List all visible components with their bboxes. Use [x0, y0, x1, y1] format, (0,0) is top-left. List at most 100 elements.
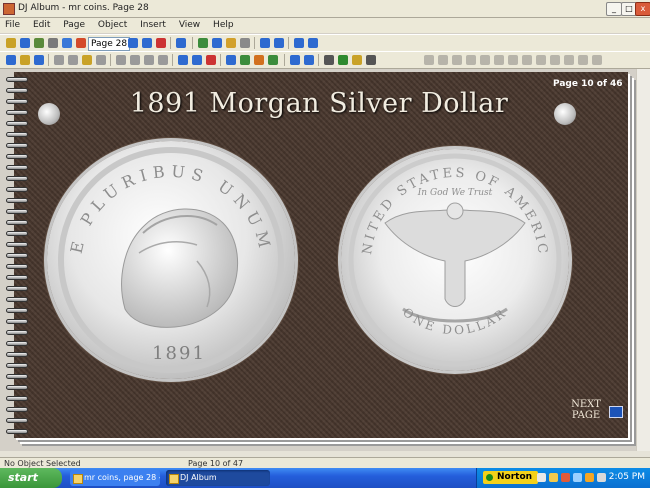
next-page-icon[interactable] [142, 38, 152, 48]
thumbnails-icon[interactable] [212, 38, 222, 48]
transparency-icon[interactable] [550, 55, 560, 65]
coin-reverse[interactable]: UNITED STATES OF AMERICA In God We Trust… [341, 149, 569, 371]
reverse-artwork: UNITED STATES OF AMERICA In God We Trust… [341, 149, 562, 367]
menu-view[interactable]: View [174, 18, 205, 30]
brightness-icon[interactable] [522, 55, 532, 65]
send-backward-icon[interactable] [158, 55, 168, 65]
redo-icon[interactable] [130, 55, 140, 65]
print-icon[interactable] [34, 38, 44, 48]
flip-icon[interactable] [466, 55, 476, 65]
status-page: Page 10 of 47 [188, 459, 244, 468]
cut-icon[interactable] [54, 55, 64, 65]
printer-tray-icon[interactable] [597, 473, 606, 482]
vertical-scrollbar[interactable] [636, 69, 650, 451]
window-title: DJ Album - mr coins. Page 28 [18, 3, 149, 13]
help-icon[interactable] [308, 38, 318, 48]
bring-forward-icon[interactable] [144, 55, 154, 65]
border-icon[interactable] [508, 55, 518, 65]
undo-icon[interactable] [116, 55, 126, 65]
lock-icon[interactable] [564, 55, 574, 65]
sort-icon[interactable] [176, 38, 186, 48]
toolbar-separator [220, 54, 221, 66]
save-album-icon[interactable] [20, 38, 30, 48]
previous-page-icon[interactable] [128, 38, 138, 48]
album-icon [169, 474, 179, 484]
text-icon[interactable] [178, 55, 188, 65]
link-icon[interactable] [366, 55, 376, 65]
norton-button[interactable]: Norton [483, 471, 539, 484]
taskbar-item-dj-album[interactable]: DJ Album [166, 470, 270, 486]
open-icon[interactable] [20, 55, 30, 65]
crop-icon[interactable] [480, 55, 490, 65]
paste-icon[interactable] [82, 55, 92, 65]
page-selector[interactable]: Page 28 [88, 37, 131, 51]
copy-icon[interactable] [68, 55, 78, 65]
toolbar-separator [254, 37, 255, 49]
slideshow-icon[interactable] [226, 38, 236, 48]
taskbar-item-label: DJ Album [180, 473, 217, 482]
next-page-label-line2: PAGE [571, 410, 601, 421]
network-icon[interactable] [537, 473, 546, 482]
group-icon[interactable] [578, 55, 588, 65]
full-screen-icon[interactable] [260, 38, 270, 48]
menu-insert[interactable]: Insert [135, 18, 171, 30]
rotate-right-icon[interactable] [452, 55, 462, 65]
insert-shape-icon[interactable] [268, 55, 278, 65]
camera-icon[interactable] [240, 38, 250, 48]
window-icon[interactable] [274, 38, 284, 48]
coin-obverse[interactable]: E PLURIBUS UNUM 1891 [47, 141, 295, 379]
insert-picture-icon[interactable] [240, 55, 250, 65]
info-icon[interactable] [294, 38, 304, 48]
toolbar-separator [48, 54, 49, 66]
rotate-left-icon[interactable] [438, 55, 448, 65]
open-album-icon[interactable] [6, 38, 16, 48]
norton-label: Norton [497, 472, 533, 482]
film-icon[interactable] [324, 55, 334, 65]
delete-icon[interactable] [96, 55, 106, 65]
shadow-icon[interactable] [494, 55, 504, 65]
taskbar-item-browser[interactable]: mr coins, page 28 - C... [70, 470, 160, 486]
system-tray: Norton 2:05 PM [476, 468, 650, 488]
spiral-binding [6, 77, 28, 437]
menu-file[interactable]: File [0, 18, 25, 30]
norton-icon [486, 474, 493, 481]
menu-edit[interactable]: Edit [28, 18, 55, 30]
save-icon[interactable] [34, 55, 44, 65]
scanner-icon[interactable] [48, 38, 58, 48]
menu-help[interactable]: Help [208, 18, 239, 30]
contrast-icon[interactable] [536, 55, 546, 65]
volume-icon[interactable] [573, 473, 582, 482]
insert-clipart-icon[interactable] [254, 55, 264, 65]
close-button[interactable]: x [635, 2, 650, 16]
page-indicator: Page 10 of 46 [553, 79, 623, 89]
clock[interactable]: 2:05 PM [609, 472, 645, 482]
view-icon[interactable] [198, 38, 208, 48]
text-color-icon[interactable] [206, 55, 216, 65]
small-coin-right [554, 103, 576, 125]
menu-bar: File Edit Page Object Insert View Help [0, 18, 650, 33]
next-page-link[interactable]: NEXT PAGE [566, 399, 606, 421]
font-icon[interactable] [192, 55, 202, 65]
folder-icon [73, 474, 83, 484]
menu-page[interactable]: Page [58, 18, 90, 30]
new-page-icon[interactable] [6, 55, 16, 65]
grid-icon[interactable] [304, 55, 314, 65]
update-icon[interactable] [585, 473, 594, 482]
next-page-arrow-icon[interactable] [609, 406, 623, 418]
toolbar-separator [192, 37, 193, 49]
minimize-button[interactable]: _ [606, 2, 622, 16]
security-icon[interactable] [549, 473, 558, 482]
music-icon[interactable] [338, 55, 348, 65]
menu-object[interactable]: Object [93, 18, 132, 30]
start-button[interactable]: start [0, 468, 62, 488]
alert-icon[interactable] [561, 473, 570, 482]
ungroup-icon[interactable] [592, 55, 602, 65]
import-icon[interactable] [76, 38, 86, 48]
frame-icon[interactable] [290, 55, 300, 65]
export-icon[interactable] [62, 38, 72, 48]
delete-page-icon[interactable] [156, 38, 166, 48]
edit-toolbar [0, 51, 650, 69]
align-icon[interactable] [226, 55, 236, 65]
effect-icon[interactable] [424, 55, 434, 65]
sound-icon[interactable] [352, 55, 362, 65]
